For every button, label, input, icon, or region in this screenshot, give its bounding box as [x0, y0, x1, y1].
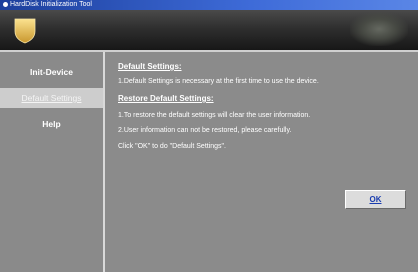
default-settings-text: 1.Default Settings is necessary at the f… — [118, 78, 319, 85]
sidebar-item-default-settings[interactable]: Default Settings — [0, 88, 103, 108]
restore-line-2: 2.User information can not be restored, … — [118, 127, 292, 134]
window-title: HardDisk Initialization Tool — [10, 1, 92, 8]
content-panel: Default Settings: 1.Default Settings is … — [105, 52, 418, 272]
shield-logo-icon — [14, 18, 36, 44]
restore-line-1: 1.To restore the default settings will c… — [118, 112, 311, 119]
sidebar-item-init-device[interactable]: Init-Device — [0, 62, 103, 82]
sidebar-item-help[interactable]: Help — [0, 114, 103, 134]
restore-heading: Restore Default Settings: — [118, 94, 214, 103]
ok-button[interactable]: OK — [345, 190, 406, 209]
sidebar: Init-Device Default Settings Help — [0, 52, 105, 272]
header-decoration — [350, 12, 408, 46]
instruction-text: Click "OK" to do "Default Settings". — [118, 143, 226, 150]
title-bar: HardDisk Initialization Tool — [0, 0, 418, 10]
header-banner — [0, 10, 418, 50]
app-icon — [3, 2, 8, 7]
app-window: HardDisk Initialization Tool Init-Device… — [0, 0, 418, 272]
default-settings-heading: Default Settings: — [118, 62, 182, 71]
